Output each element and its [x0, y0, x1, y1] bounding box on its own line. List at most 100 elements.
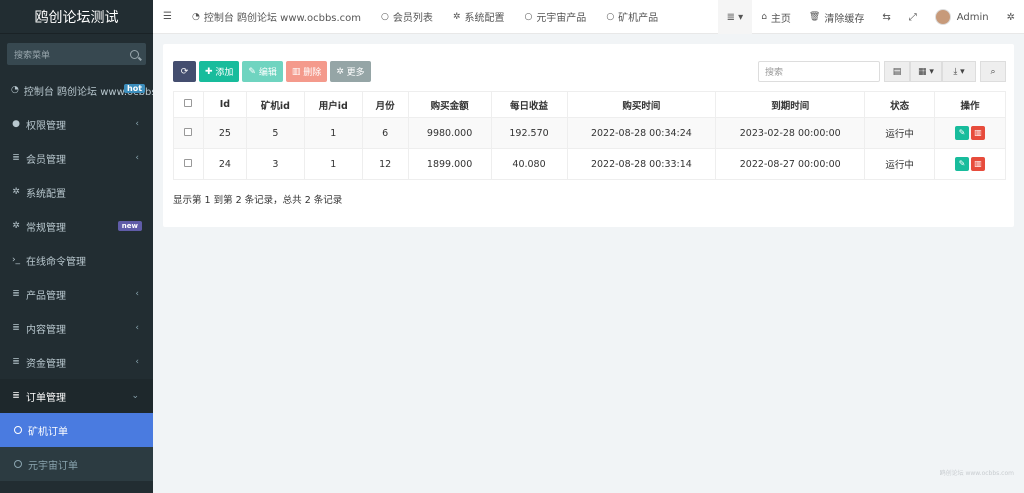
sidebar-item-orders[interactable]: ≣ 订单管理 ⌄	[0, 379, 153, 413]
sidebar-search-input[interactable]: 搜索菜单	[7, 43, 146, 65]
tab-label: 会员列表	[392, 13, 433, 24]
fullscreen-button[interactable]: ⤢	[900, 0, 926, 34]
table-cell: 1899.000	[407, 148, 492, 180]
column-header[interactable]: 到期时间	[715, 91, 866, 118]
trash-icon: ▥	[291, 66, 304, 77]
language-button[interactable]: ⇆	[873, 0, 899, 34]
table-row[interactable]: 25 5 1 6 9980.000 192.570 2022-08-28 00:…	[173, 117, 1006, 149]
user-menu[interactable]: Admin	[926, 0, 998, 34]
row-delete-button[interactable]: ▥	[971, 126, 985, 140]
delete-button[interactable]: ▥ 删除	[285, 61, 328, 82]
sidebar-item-content[interactable]: ≣ 内容管理 ‹	[0, 311, 153, 345]
column-header[interactable]: 状态	[864, 91, 936, 118]
list-icon: ≣	[12, 153, 20, 163]
search-toggle-button[interactable]: ⌕	[980, 61, 1006, 82]
tab-metaverse-products[interactable]: ○ 元宇宙产品	[514, 0, 596, 34]
column-header[interactable]: 每日收益	[490, 91, 568, 118]
table-row[interactable]: 24 3 1 12 1899.000 40.080 2022-08-28 00:…	[173, 148, 1006, 180]
sidebar-item-label: 常规管理	[26, 222, 66, 234]
sidebar-item-label: 系统配置	[26, 188, 66, 200]
list-icon: ≣	[12, 323, 20, 333]
table-cell: 2022-08-27 00:00:00	[715, 148, 866, 180]
select-all-checkbox[interactable]	[184, 99, 193, 107]
terminal-icon: ›_	[11, 255, 21, 265]
table-cell: 2022-08-28 00:34:24	[566, 117, 717, 149]
pencil-icon: ✎	[248, 66, 259, 77]
search-icon[interactable]	[130, 49, 139, 59]
select-all-header[interactable]	[173, 91, 204, 118]
sidebar-item-funds[interactable]: ≣ 资金管理 ‹	[0, 345, 153, 379]
column-header[interactable]: 月份	[361, 91, 409, 118]
circle-icon: ○	[606, 11, 615, 22]
tab-label: 系统配置	[464, 13, 505, 24]
column-header[interactable]: 用户id	[303, 91, 363, 118]
hot-badge: hot	[124, 84, 146, 93]
table-cell: 2022-08-28 00:33:14	[566, 148, 717, 180]
table-cell: 24	[202, 148, 247, 180]
menu-icon: ☰	[163, 11, 172, 22]
columns-button[interactable]: ▦ ▾	[910, 61, 942, 82]
home-icon: ⌂	[761, 12, 767, 22]
sidebar-item-permissions[interactable]: ● 权限管理 ‹	[0, 107, 153, 141]
sidebar-item-products[interactable]: ≣ 产品管理 ‹	[0, 277, 153, 311]
tab-member-list[interactable]: ○ 会员列表	[371, 0, 443, 34]
list-icon: ≣	[12, 391, 20, 401]
tab-label: 控制台 鸥创论坛 www.ocbbs.com	[203, 13, 362, 24]
edit-button[interactable]: ✎ 编辑	[242, 61, 283, 82]
row-checkbox[interactable]	[184, 158, 193, 167]
avatar	[934, 9, 951, 25]
settings-button[interactable]: ✲	[998, 0, 1024, 34]
more-button[interactable]: ✲ 更多	[330, 61, 371, 82]
sidebar-item-members[interactable]: ≣ 会员管理 ‹	[0, 141, 153, 175]
table-cell: 25	[202, 117, 247, 149]
sidebar-item-online-command[interactable]: ›_ 在线命令管理	[0, 243, 153, 277]
add-button[interactable]: ✚ 添加	[199, 61, 240, 82]
home-link[interactable]: ⌂ 主页	[752, 0, 800, 34]
table-icon: ▤	[892, 66, 902, 77]
row-select-cell[interactable]	[173, 148, 204, 180]
sidebar-subitem-miner-orders[interactable]: 矿机订单	[0, 413, 153, 447]
column-header[interactable]: 购买金额	[407, 91, 492, 118]
user-name: Admin	[956, 11, 989, 23]
tab-system-config[interactable]: ✲ 系统配置	[443, 0, 515, 34]
column-header: 操作	[934, 91, 1006, 118]
tab-miner-products[interactable]: ○ 矿机产品	[596, 0, 668, 34]
refresh-button[interactable]: ⟳	[173, 61, 196, 82]
add-label: 添加	[215, 68, 234, 78]
tab-dashboard[interactable]: ◔ 控制台 鸥创论坛 www.ocbbs.com	[182, 0, 371, 34]
sidebar-toggle-button[interactable]: ☰	[153, 0, 182, 34]
sidebar-item-system-config[interactable]: ✲ 系统配置	[0, 175, 153, 209]
orders-table: Id 矿机id 用户id 月份 购买金额 每日收益 购买时间 到期时间 状态 操…	[173, 91, 1006, 180]
column-header[interactable]: Id	[202, 91, 247, 118]
export-button[interactable]: ⤓ ▾	[942, 61, 976, 82]
row-delete-button[interactable]: ▥	[971, 157, 985, 171]
sidebar-subitem-label: 元宇宙订单	[28, 460, 78, 472]
table-search-input[interactable]: 搜索	[758, 61, 880, 82]
brand-title[interactable]: 鸥创论坛测试	[0, 0, 153, 34]
clear-cache-label: 清除缓存	[824, 13, 865, 25]
refresh-icon: ⟳	[180, 66, 189, 77]
table-cell: 3	[245, 148, 305, 180]
chevron-left-icon: ‹	[135, 153, 139, 163]
dashboard-icon: ◔	[11, 85, 19, 95]
sidebar-item-general[interactable]: ✲ 常规管理 new	[0, 209, 153, 243]
users-icon: ●	[12, 119, 20, 129]
sidebar-subitem-metaverse-orders[interactable]: 元宇宙订单	[0, 447, 153, 481]
sidebar-item-dashboard[interactable]: ◔ 控制台 鸥创论坛 www.ocbbs.com hot	[0, 73, 153, 107]
tabs-dropdown-button[interactable]: ≣ ▾	[717, 0, 753, 34]
toggle-view-button[interactable]: ▤	[884, 61, 910, 82]
expand-icon: ⤢	[908, 11, 917, 23]
sidebar-item-label: 内容管理	[26, 324, 66, 336]
list-icon: ≣	[12, 357, 20, 367]
delete-label: 删除	[303, 68, 322, 78]
column-header[interactable]: 购买时间	[566, 91, 717, 118]
row-edit-button[interactable]: ✎	[955, 126, 969, 140]
dashboard-icon: ◔	[191, 11, 200, 22]
row-select-cell[interactable]	[173, 117, 204, 149]
table-cell: 12	[361, 148, 409, 180]
clear-cache-button[interactable]: 🗑 清除缓存	[800, 0, 873, 34]
sidebar-item-label: 会员管理	[26, 154, 66, 166]
row-edit-button[interactable]: ✎	[955, 157, 969, 171]
row-checkbox[interactable]	[184, 127, 193, 136]
column-header[interactable]: 矿机id	[245, 91, 305, 118]
